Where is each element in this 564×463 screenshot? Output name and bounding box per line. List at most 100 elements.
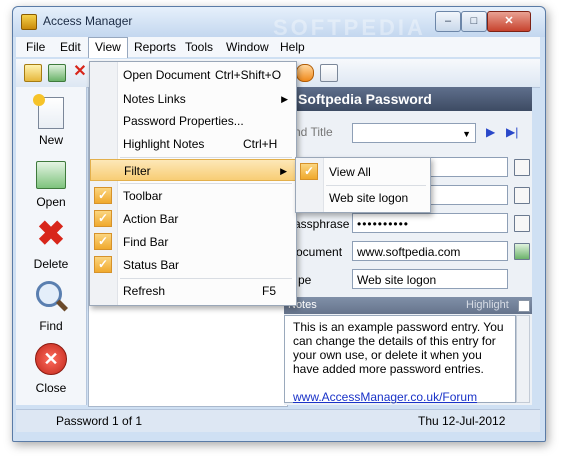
- passphrase-label: assphrase: [294, 217, 350, 231]
- menu-item-label: Open Document: [123, 68, 211, 82]
- action-delete[interactable]: ✖ Delete: [16, 215, 86, 277]
- check-icon: ✓: [94, 210, 112, 227]
- status-record-count: Password 1 of 1: [56, 414, 143, 428]
- menu-item-shortcut: F5: [262, 284, 277, 298]
- menu-item-toolbar[interactable]: ✓ Toolbar: [90, 185, 296, 207]
- find-title-combo[interactable]: ▼: [352, 123, 476, 143]
- open-icon: [36, 161, 66, 189]
- menu-item-highlight-notes[interactable]: Highlight Notes Ctrl+H: [90, 133, 296, 155]
- new-icon[interactable]: [24, 64, 42, 82]
- action-open[interactable]: Open: [16, 153, 86, 215]
- notes-area[interactable]: This is an example password entry. You c…: [284, 315, 516, 404]
- copy-icon[interactable]: [514, 215, 530, 232]
- menu-item-find-bar[interactable]: ✓ Find Bar: [90, 231, 296, 253]
- notes-header: Notes Highlight: [284, 297, 532, 314]
- menu-item-filter[interactable]: Filter ▶: [90, 159, 296, 181]
- menu-separator: [120, 183, 292, 184]
- menu-item-label: Refresh: [123, 284, 166, 298]
- delete-icon[interactable]: ✕: [72, 64, 88, 80]
- action-bar: New Open ✖ Delete Find ✕ Close: [16, 87, 87, 405]
- menu-help[interactable]: Help: [274, 37, 311, 57]
- menu-item-label: Web site logon: [329, 191, 409, 205]
- highlight-checkbox[interactable]: [518, 300, 530, 312]
- copy-icon[interactable]: [514, 159, 530, 176]
- check-icon: ✓: [94, 233, 112, 250]
- menu-item-open-document[interactable]: Open Document Ctrl+Shift+O: [90, 64, 296, 86]
- menu-item-label: Highlight Notes: [123, 137, 205, 151]
- check-icon: ✓: [94, 187, 112, 204]
- menu-item-label: Status Bar: [123, 258, 180, 272]
- action-delete-label: Delete: [33, 257, 69, 271]
- type-label: pe: [298, 273, 312, 287]
- menu-tools[interactable]: Tools: [179, 37, 219, 57]
- detail-pane: Softpedia Password Find Title ▼ ▶ ▶| ass…: [284, 87, 532, 405]
- menu-bar: File Edit View Reports Tools Window Help: [16, 37, 540, 58]
- action-find-label: Find: [39, 319, 63, 333]
- action-close-label: Close: [35, 381, 67, 395]
- detail-header: Softpedia Password: [284, 87, 532, 111]
- menu-item-label: Action Bar: [123, 212, 179, 226]
- maximize-button[interactable]: □: [461, 11, 487, 32]
- action-open-label: Open: [36, 195, 66, 209]
- copy-icon[interactable]: [514, 187, 530, 204]
- info-icon[interactable]: [296, 64, 314, 82]
- menu-item-label: Find Bar: [123, 235, 169, 249]
- open-document-icon[interactable]: [514, 243, 530, 260]
- submenu-arrow-icon: ▶: [280, 166, 287, 176]
- find-next-button[interactable]: ▶: [486, 125, 495, 139]
- document-label: ocument: [296, 245, 343, 259]
- magnifier-handle: [55, 299, 69, 312]
- menu-view[interactable]: View: [88, 37, 128, 58]
- chevron-down-icon: ▼: [462, 129, 471, 139]
- action-new[interactable]: New: [16, 91, 86, 153]
- menu-separator: [326, 185, 426, 186]
- notes-scrollbar[interactable]: [516, 315, 530, 403]
- title-bar[interactable]: Access Manager SOFTPEDIA – □ ✕: [13, 7, 545, 40]
- menu-item-shortcut: Ctrl+H: [243, 137, 278, 151]
- status-date: Thu 12-Jul-2012: [418, 414, 506, 428]
- menu-item-shortcut: Ctrl+Shift+O: [215, 68, 282, 82]
- menu-item-refresh[interactable]: Refresh F5: [90, 280, 296, 302]
- check-icon: ✓: [94, 256, 112, 273]
- delete-x-icon: ✖: [36, 215, 66, 253]
- menu-file[interactable]: File: [20, 37, 51, 57]
- menu-item-action-bar[interactable]: ✓ Action Bar: [90, 208, 296, 230]
- filter-submenu: ✓ View All Web site logon: [295, 157, 431, 213]
- type-field[interactable]: Web site logon: [352, 269, 508, 289]
- menu-item-password-properties[interactable]: Password Properties...: [90, 110, 296, 132]
- action-new-label: New: [38, 133, 63, 147]
- menu-separator: [120, 278, 292, 279]
- submenu-arrow-icon: ▶: [281, 94, 288, 104]
- menu-item-label: Password Properties...: [123, 114, 244, 128]
- menu-window[interactable]: Window: [220, 37, 275, 57]
- notes-text: This is an example password entry. You c…: [293, 320, 504, 376]
- minimize-button[interactable]: –: [435, 11, 461, 32]
- menu-item-label: Notes Links: [123, 92, 186, 106]
- submenu-item-view-all[interactable]: ✓ View All: [296, 161, 430, 183]
- close-window-button[interactable]: ✕: [487, 11, 531, 32]
- close-circle-icon: ✕: [35, 343, 67, 375]
- submenu-item-web-site-logon[interactable]: Web site logon: [296, 187, 430, 209]
- status-bar: Password 1 of 1 Thu 12-Jul-2012: [16, 409, 540, 432]
- view-menu-dropdown: Open Document Ctrl+Shift+O Notes Links ▶…: [89, 61, 297, 306]
- find-last-button[interactable]: ▶|: [506, 125, 518, 139]
- passphrase-field[interactable]: ••••••••••: [352, 213, 508, 233]
- document-field[interactable]: www.softpedia.com: [352, 241, 508, 261]
- menu-item-status-bar[interactable]: ✓ Status Bar: [90, 254, 296, 276]
- menu-item-notes-links[interactable]: Notes Links ▶: [90, 88, 296, 110]
- edit-icon[interactable]: [320, 64, 338, 82]
- menu-edit[interactable]: Edit: [54, 37, 87, 57]
- star-icon: [33, 94, 45, 106]
- menu-item-label: View All: [329, 165, 371, 179]
- lock-icon: [21, 14, 37, 30]
- notes-link[interactable]: www.AccessManager.co.uk/Forum: [293, 390, 507, 404]
- menu-item-label: Toolbar: [123, 189, 163, 203]
- menu-item-label: Filter: [124, 164, 151, 178]
- open-icon[interactable]: [48, 64, 66, 82]
- window-title: Access Manager: [43, 14, 133, 28]
- check-icon: ✓: [300, 163, 318, 180]
- menu-reports[interactable]: Reports: [128, 37, 182, 57]
- action-find[interactable]: Find: [16, 277, 86, 339]
- new-document-icon: [33, 94, 64, 129]
- action-close[interactable]: ✕ Close: [16, 339, 86, 401]
